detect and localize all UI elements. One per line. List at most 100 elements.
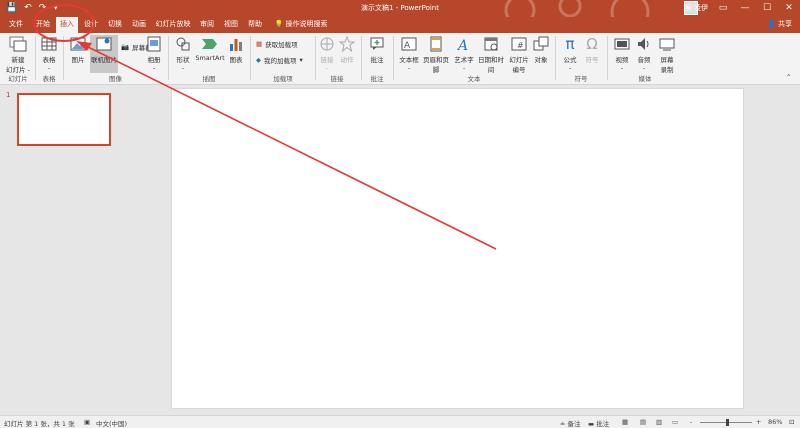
my-addins-button[interactable]: ◆ 我的加载项 ▾ (256, 55, 303, 65)
lightbulb-icon: 💡 (274, 20, 284, 28)
store-icon: ▦ (256, 40, 263, 48)
camera-icon: 📷 (121, 43, 130, 51)
video-button[interactable]: 视频 - (612, 36, 632, 72)
notes-label: 备注 (567, 420, 581, 428)
tab-slideshow[interactable]: 幻灯片放映 (153, 17, 193, 33)
zoom-level[interactable]: 86% (768, 418, 782, 426)
picture-label: 图片 (71, 56, 85, 64)
tab-help[interactable]: 帮助 (244, 17, 266, 33)
person-icon: 👤 (767, 20, 776, 28)
comment-label: 批注 (370, 56, 384, 64)
group-illustrations-label: 插图 (202, 75, 216, 83)
audio-button[interactable]: 音频 - (634, 36, 654, 72)
maximize-button[interactable]: ☐ (756, 0, 778, 17)
get-addins-label: 获取加载项 (265, 41, 298, 49)
ribbon-tabs: 文件 开始 插入 设计 切换 动画 幻灯片放映 审阅 视图 帮助 💡 操作说明搜… (0, 17, 800, 33)
screen-recording-icon (659, 38, 675, 51)
equation-button[interactable]: π 公式 - (560, 36, 580, 72)
zoom-out-button[interactable]: - (690, 418, 692, 426)
chart-label: 图表 (229, 56, 243, 64)
tab-design[interactable]: 设计 (80, 17, 102, 33)
group-images-label: 图像 (109, 75, 122, 83)
tab-insert[interactable]: 插入 (56, 17, 78, 33)
symbol-button[interactable]: Ω 符号 (582, 36, 602, 64)
slideshow-view-icon[interactable]: ▭ (672, 418, 678, 426)
star-icon (339, 36, 355, 52)
group-symbols-label: 符号 (574, 75, 588, 83)
textbox-button[interactable]: A 文本框 - (398, 36, 420, 72)
zoom-slider-thumb[interactable] (726, 419, 729, 426)
addins-icon: ◆ (256, 56, 261, 64)
slide-number-label: 幻灯片 编号 (509, 56, 529, 74)
ribbon-insert: 新建 幻灯片 - 幻灯片 表格 - 表格 图片 联机图片 📷 屏幕截图 相册 -… (0, 33, 800, 85)
album-button[interactable]: 相册 - (144, 36, 164, 72)
notes-button[interactable]: ≐ 备注 (560, 418, 581, 428)
tell-me-label: 操作说明搜索 (285, 20, 328, 28)
ribbon-divider (250, 36, 251, 80)
video-icon (614, 38, 630, 50)
action-button[interactable]: 动作 (338, 36, 356, 64)
slide-thumbnail[interactable] (17, 93, 111, 146)
ribbon-divider (63, 36, 64, 80)
new-slide-button[interactable]: 新建 幻灯片 - (4, 36, 32, 74)
user-name[interactable]: 吴 凌伊 (685, 3, 708, 13)
slide-sorter-icon[interactable]: ▤ (640, 418, 646, 426)
share-button[interactable]: 👤 共享 (767, 19, 792, 29)
shapes-button[interactable]: 形状 - (172, 36, 194, 72)
spelling-icon[interactable]: ▣ (84, 418, 90, 426)
online-picture-label: 联机图片 (91, 56, 117, 64)
normal-view-icon[interactable]: ▦ (622, 418, 628, 426)
get-addins-button[interactable]: ▦ 获取加载项 (256, 39, 298, 49)
close-button[interactable]: ✕ (778, 0, 800, 17)
tab-transitions[interactable]: 切换 (104, 17, 126, 33)
datetime-button[interactable]: 日期和时间 (476, 36, 506, 74)
ribbon-display-icon[interactable]: ▭ (712, 0, 734, 17)
smartart-button[interactable]: SmartArt (195, 36, 225, 62)
table-button[interactable]: 表格 - (38, 36, 60, 72)
chart-button[interactable]: 图表 (226, 36, 246, 64)
language[interactable]: 中文(中国) (96, 418, 127, 428)
ribbon-divider (361, 36, 362, 80)
group-slides-label: 幻灯片 (8, 75, 28, 83)
tab-file[interactable]: 文件 (4, 17, 28, 33)
object-button[interactable]: 对象 (532, 36, 550, 64)
header-footer-icon (430, 36, 442, 52)
screen-recording-label: 屏幕 录制 (660, 56, 674, 74)
ribbon-divider (35, 36, 36, 80)
minimize-button[interactable]: — (734, 0, 756, 17)
online-picture-button[interactable]: 联机图片 (90, 35, 118, 73)
screen-recording-button[interactable]: 屏幕 录制 (656, 36, 678, 74)
picture-button[interactable]: 图片 (67, 36, 89, 64)
collapse-ribbon-button[interactable]: ⌃ (786, 73, 791, 81)
slide-thumbnails-pane: 1 (0, 86, 122, 415)
picture-icon (70, 37, 86, 51)
chevron-up-icon: ⌃ (786, 73, 792, 81)
comment-icon (370, 37, 384, 50)
slide-canvas[interactable] (171, 88, 744, 409)
tab-review[interactable]: 审阅 (196, 17, 218, 33)
comment-small-icon: ▬ (588, 420, 595, 428)
fit-slide-icon[interactable]: ⊡ (789, 418, 794, 426)
group-links-label: 链接 (330, 75, 344, 83)
tab-animations[interactable]: 动画 (128, 17, 150, 33)
tell-me-search[interactable]: 💡 操作说明搜索 (270, 17, 332, 33)
window-title: 演示文稿1 - PowerPoint (361, 4, 439, 12)
dropdown-arrow-icon: ▾ (299, 56, 303, 64)
slide-number-button[interactable]: # 幻灯片 编号 (507, 36, 531, 74)
link-button[interactable]: 链接 - (318, 36, 336, 72)
group-text-label: 文本 (467, 75, 481, 83)
reading-view-icon[interactable]: ▥ (656, 418, 662, 426)
comment-button[interactable]: 批注 (366, 36, 388, 64)
svg-text:A: A (404, 41, 411, 51)
new-slide-icon (9, 36, 27, 52)
pi-icon: π (565, 35, 575, 53)
svg-text:A: A (456, 38, 468, 52)
wordart-button[interactable]: A 艺术字 - (453, 36, 475, 72)
tab-view[interactable]: 视图 (220, 17, 242, 33)
datetime-label: 日期和时间 (478, 56, 504, 74)
omega-icon: Ω (586, 35, 598, 53)
zoom-in-button[interactable]: + (756, 418, 761, 426)
tab-home[interactable]: 开始 (32, 17, 54, 33)
comments-button[interactable]: ▬ 批注 (588, 418, 609, 428)
header-footer-button[interactable]: 页眉和页脚 (421, 36, 451, 74)
